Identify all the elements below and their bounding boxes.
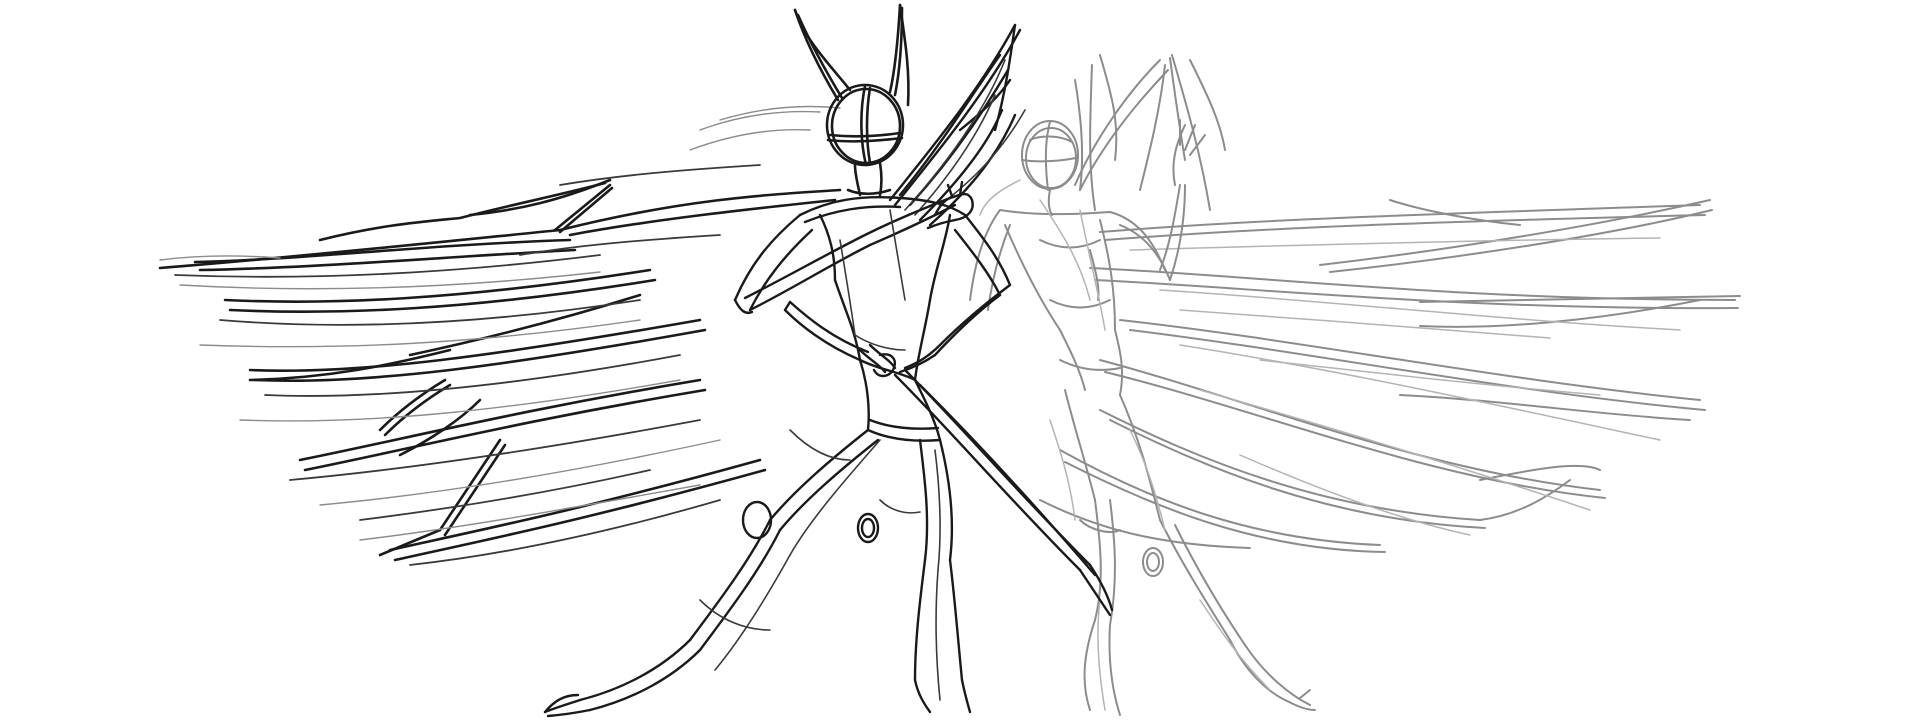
back-figure-left-wing: [1074, 54, 1226, 211]
front-figure-body: [543, 180, 1012, 718]
front-figure-head: [793, 3, 910, 197]
sketch-canvas: [0, 0, 1920, 720]
back-figure-right-wing: [1039, 199, 1741, 553]
front-figure-right-wing: [888, 23, 1022, 227]
sketch-drawing: [158, 3, 1741, 718]
back-figure: [969, 54, 1741, 716]
back-figure-head: [1021, 120, 1079, 191]
front-figure-left-wing: [158, 178, 842, 562]
front-figure: [158, 3, 1114, 718]
